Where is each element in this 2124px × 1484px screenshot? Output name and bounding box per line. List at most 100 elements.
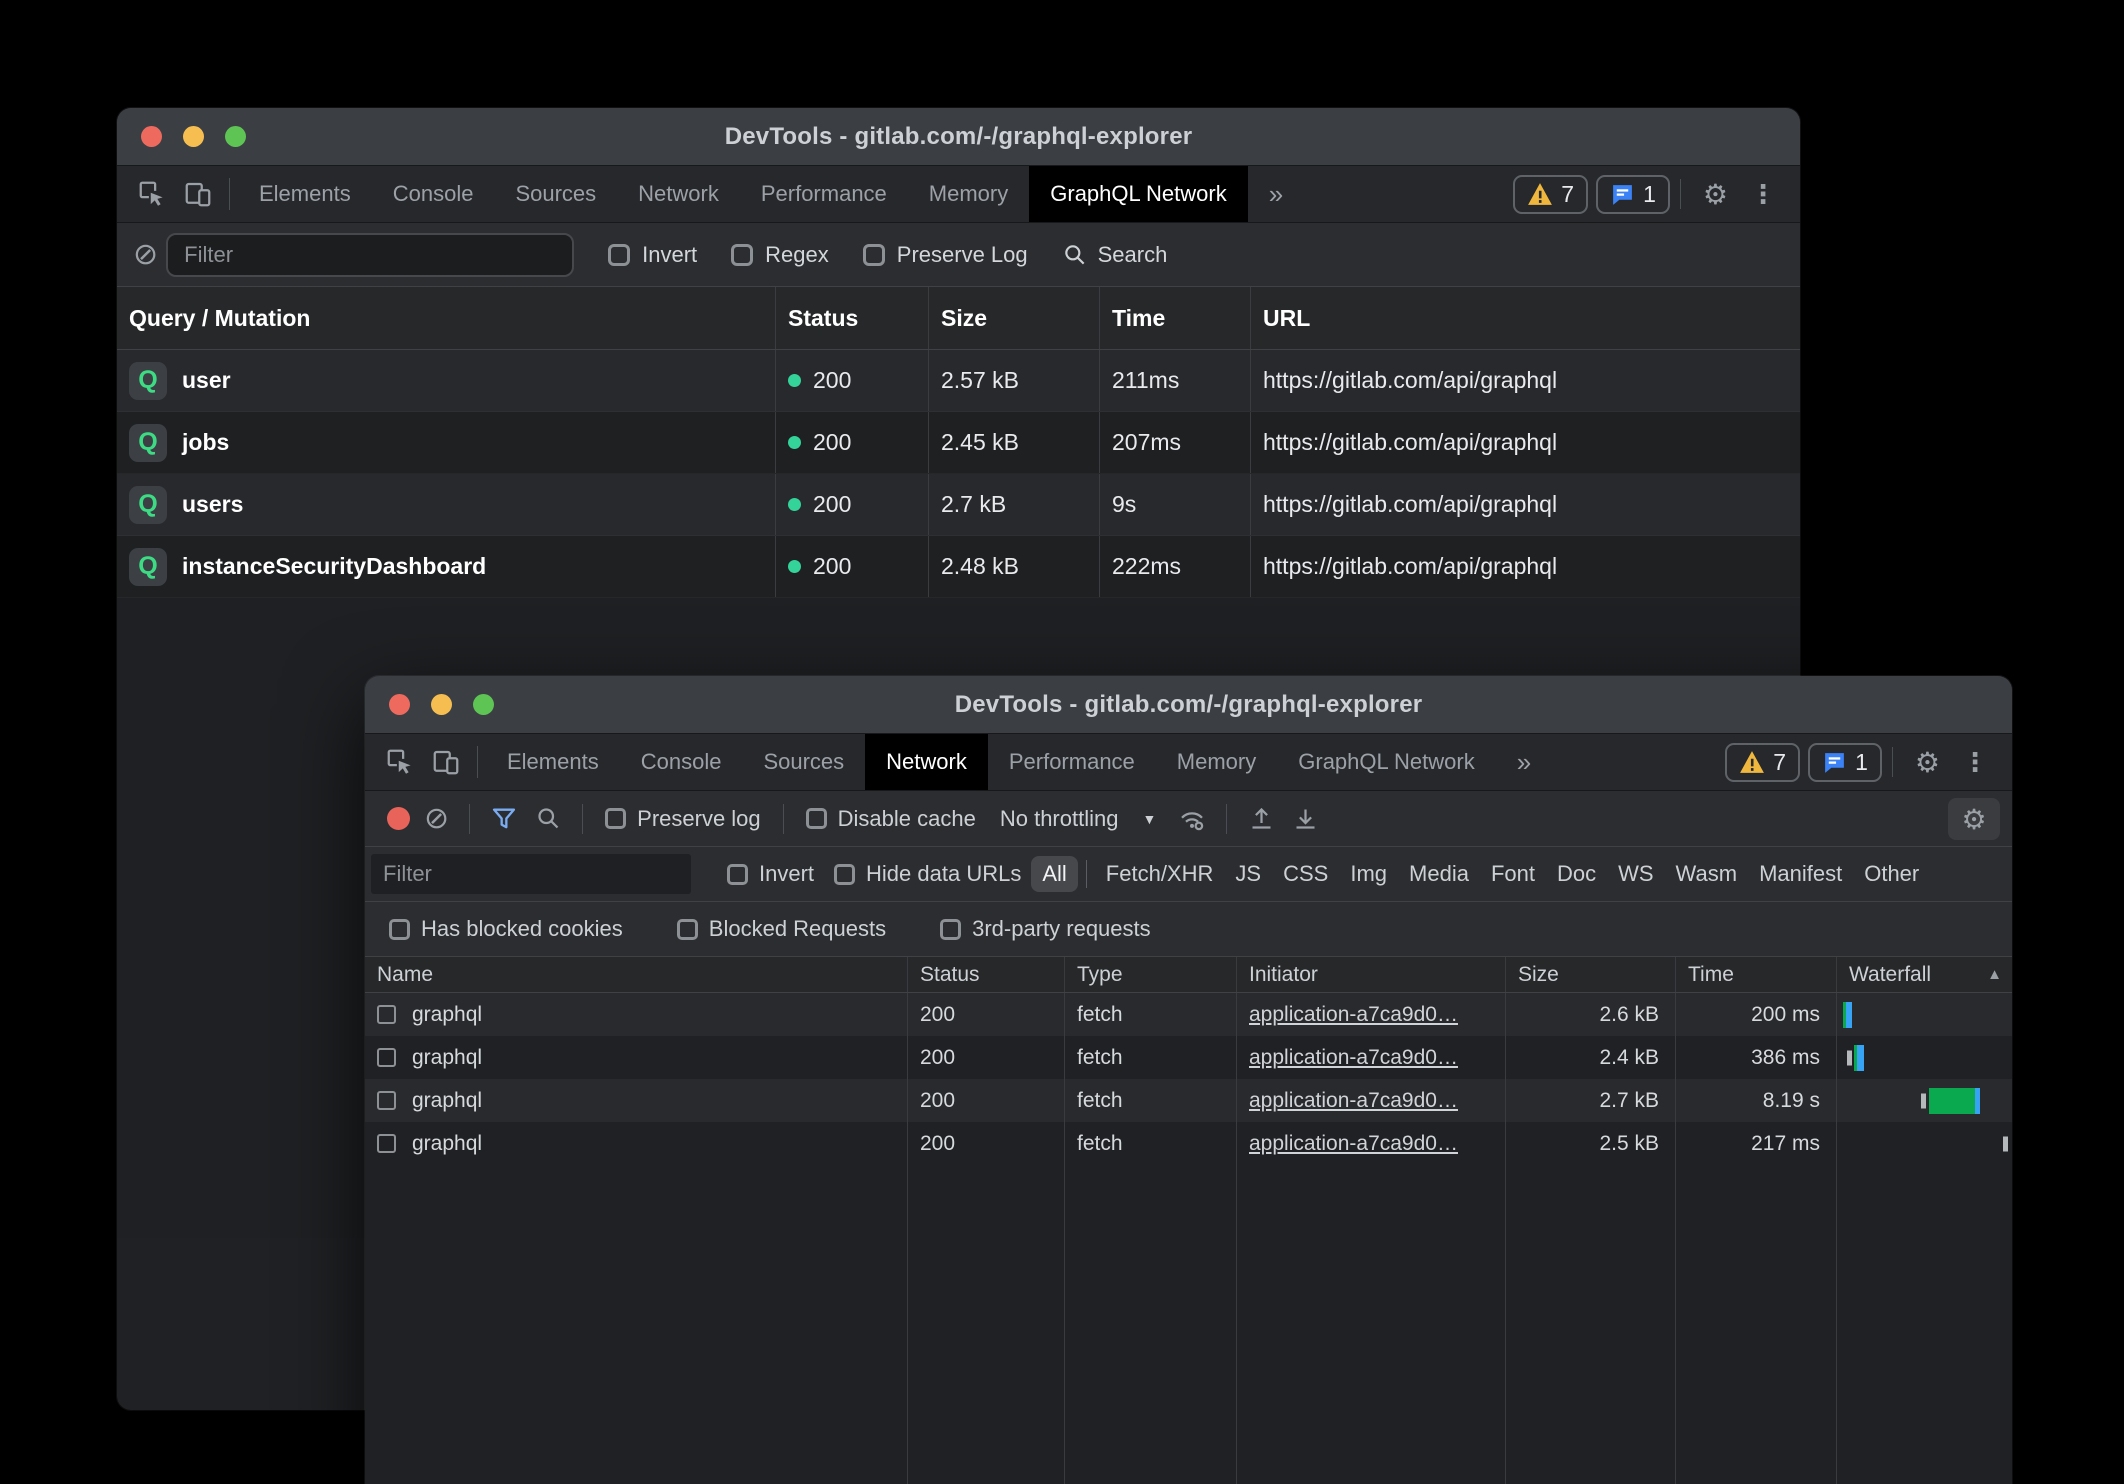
table-row[interactable]: graphql 200 fetch application-a7ca9d0… 2… (365, 1036, 2012, 1079)
regex-checkbox[interactable]: Regex (731, 242, 829, 268)
minimize-button[interactable] (431, 694, 452, 715)
minimize-button[interactable] (183, 126, 204, 147)
checkbox[interactable] (727, 864, 748, 885)
kebab-menu-icon[interactable]: ⋮ (1952, 747, 1998, 778)
chip-img[interactable]: Img (1339, 856, 1398, 892)
network-filter-input[interactable] (371, 854, 691, 894)
tab-network[interactable]: Network (617, 166, 740, 222)
chip-other[interactable]: Other (1853, 856, 1930, 892)
table-row[interactable]: graphql 200 fetch application-a7ca9d0… 2… (365, 1079, 2012, 1122)
network-conditions-icon[interactable] (1170, 804, 1214, 834)
col-status[interactable]: Status (776, 287, 929, 349)
search-control[interactable]: Search (1062, 242, 1168, 268)
warnings-badge[interactable]: 7 (1513, 175, 1588, 214)
graphql-filter-input[interactable] (166, 233, 574, 277)
search-icon[interactable] (526, 805, 570, 832)
checkbox[interactable] (605, 808, 626, 829)
titlebar[interactable]: DevTools - gitlab.com/-/graphql-explorer (117, 108, 1800, 166)
more-tabs-chevron[interactable]: » (1496, 734, 1552, 790)
table-row[interactable]: graphql 200 fetch application-a7ca9d0… 2… (365, 993, 2012, 1036)
waterfall-cell[interactable] (1837, 1079, 2012, 1122)
preserve-log-checkbox[interactable]: Preserve log (605, 806, 761, 832)
throttling-dropdown[interactable]: No throttling ▼ (1000, 806, 1156, 832)
row-checkbox[interactable] (377, 1005, 396, 1024)
row-checkbox[interactable] (377, 1091, 396, 1110)
record-button[interactable] (387, 807, 410, 830)
more-tabs-chevron[interactable]: » (1248, 166, 1304, 222)
has-blocked-cookies-checkbox[interactable]: Has blocked cookies (389, 916, 623, 942)
chip-doc[interactable]: Doc (1546, 856, 1607, 892)
chip-css[interactable]: CSS (1272, 856, 1339, 892)
chip-media[interactable]: Media (1398, 856, 1480, 892)
checkbox[interactable] (940, 919, 961, 940)
hide-data-urls-checkbox[interactable]: Hide data URLs (834, 861, 1021, 887)
tab-elements[interactable]: Elements (238, 166, 372, 222)
initiator-link[interactable]: application-a7ca9d0… (1249, 1089, 1458, 1113)
kebab-menu-icon[interactable]: ⋮ (1740, 179, 1786, 210)
messages-badge[interactable]: 1 (1808, 743, 1882, 782)
table-row[interactable]: QinstanceSecurityDashboard 200 2.48 kB 2… (117, 536, 1800, 598)
blocked-requests-checkbox[interactable]: Blocked Requests (677, 916, 886, 942)
tab-network[interactable]: Network (865, 734, 988, 790)
tab-performance[interactable]: Performance (740, 166, 908, 222)
tab-memory[interactable]: Memory (1156, 734, 1277, 790)
tab-performance[interactable]: Performance (988, 734, 1156, 790)
chip-wasm[interactable]: Wasm (1665, 856, 1749, 892)
row-checkbox[interactable] (377, 1134, 396, 1153)
row-checkbox[interactable] (377, 1048, 396, 1067)
third-party-requests-checkbox[interactable]: 3rd-party requests (940, 916, 1151, 942)
network-settings-button[interactable]: ⚙ (1948, 798, 2000, 840)
waterfall-cell[interactable] (1837, 1122, 2012, 1165)
col-type[interactable]: Type (1065, 957, 1237, 992)
tab-elements[interactable]: Elements (486, 734, 620, 790)
chip-js[interactable]: JS (1224, 856, 1272, 892)
tab-sources[interactable]: Sources (494, 166, 617, 222)
invert-checkbox[interactable]: Invert (727, 861, 814, 887)
checkbox[interactable] (863, 244, 885, 266)
export-har-icon[interactable] (1283, 805, 1327, 832)
device-toolbar-icon[interactable] (423, 734, 469, 790)
settings-gear-icon[interactable]: ⚙ (1903, 746, 1952, 779)
col-status[interactable]: Status (908, 957, 1065, 992)
checkbox[interactable] (731, 244, 753, 266)
close-button[interactable] (389, 694, 410, 715)
col-name[interactable]: Name (365, 957, 908, 992)
import-har-icon[interactable] (1239, 805, 1283, 832)
initiator-link[interactable]: application-a7ca9d0… (1249, 1132, 1458, 1156)
tab-graphql-network[interactable]: GraphQL Network (1277, 734, 1495, 790)
tab-memory[interactable]: Memory (908, 166, 1029, 222)
table-row[interactable]: Qjobs 200 2.45 kB 207ms https://gitlab.c… (117, 412, 1800, 474)
disable-cache-checkbox[interactable]: Disable cache (806, 806, 976, 832)
table-row[interactable]: Qusers 200 2.7 kB 9s https://gitlab.com/… (117, 474, 1800, 536)
tab-console[interactable]: Console (372, 166, 495, 222)
inspect-element-icon[interactable] (129, 166, 175, 222)
col-waterfall[interactable]: Waterfall ▲ (1837, 957, 2012, 992)
checkbox[interactable] (389, 919, 410, 940)
chip-all[interactable]: All (1031, 856, 1077, 892)
settings-gear-icon[interactable]: ⚙ (1691, 178, 1740, 211)
table-row[interactable]: Quser 200 2.57 kB 211ms https://gitlab.c… (117, 350, 1800, 412)
col-size[interactable]: Size (1506, 957, 1676, 992)
initiator-link[interactable]: application-a7ca9d0… (1249, 1046, 1458, 1070)
checkbox[interactable] (806, 808, 827, 829)
chip-fetch-xhr[interactable]: Fetch/XHR (1095, 856, 1225, 892)
preserve-log-checkbox[interactable]: Preserve Log (863, 242, 1028, 268)
waterfall-cell[interactable] (1837, 1036, 2012, 1079)
col-size[interactable]: Size (929, 287, 1100, 349)
col-time[interactable]: Time (1100, 287, 1251, 349)
zoom-button[interactable] (225, 126, 246, 147)
table-row[interactable]: graphql 200 fetch application-a7ca9d0… 2… (365, 1122, 2012, 1165)
chip-font[interactable]: Font (1480, 856, 1546, 892)
checkbox[interactable] (834, 864, 855, 885)
chip-manifest[interactable]: Manifest (1748, 856, 1853, 892)
initiator-link[interactable]: application-a7ca9d0… (1249, 1003, 1458, 1027)
col-url[interactable]: URL (1251, 287, 1800, 349)
chip-ws[interactable]: WS (1607, 856, 1664, 892)
tab-sources[interactable]: Sources (742, 734, 865, 790)
device-toolbar-icon[interactable] (175, 166, 221, 222)
col-query-mutation[interactable]: Query / Mutation (117, 287, 776, 349)
clear-icon[interactable]: ⊘ (133, 237, 158, 272)
col-time[interactable]: Time (1676, 957, 1837, 992)
close-button[interactable] (141, 126, 162, 147)
waterfall-cell[interactable] (1837, 993, 2012, 1036)
